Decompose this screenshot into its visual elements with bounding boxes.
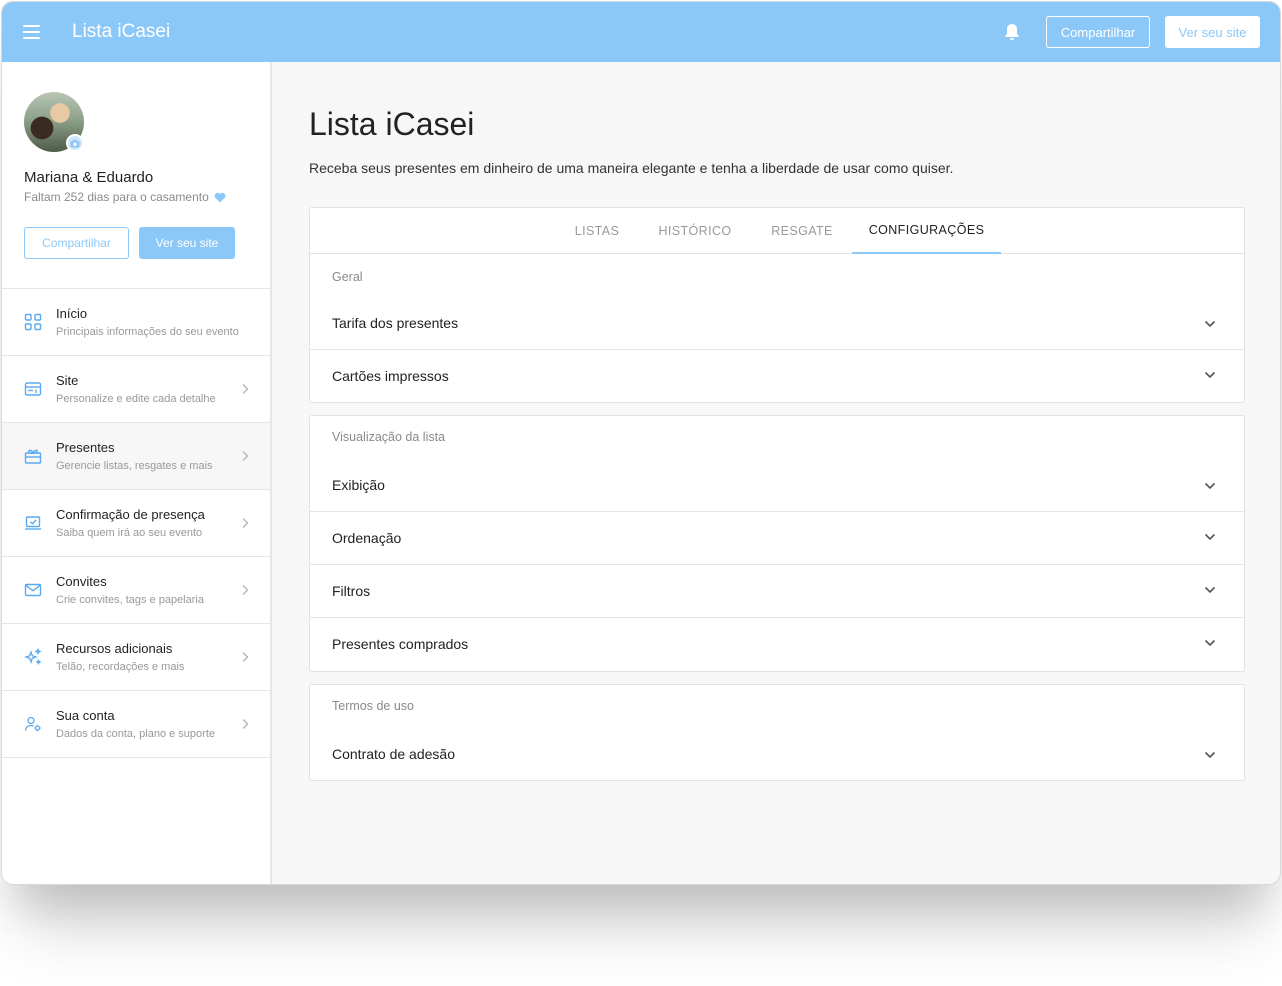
accordion-row-contrato[interactable]: Contrato de adesão [310,715,1244,781]
countdown-text: Faltam 252 dias para o casamento [24,190,226,204]
chevron-down-icon [1204,639,1216,647]
laptop-check-icon [25,516,41,530]
accordion-label: Tarifa dos presentes [332,315,459,331]
sidebar-item-title: Início [56,306,88,321]
sidebar-item-subtitle: Crie convites, tags e papelaria [56,594,204,606]
grid-icon [24,313,42,331]
mail-icon [24,583,42,597]
page-title: Lista iCasei [309,106,475,142]
accordion-row-exibicao[interactable]: Exibição [310,446,1244,512]
tab-listas[interactable]: LISTAS [560,208,634,254]
sidebar-item-presentes[interactable]: Presentes Gerencie listas, resgates e ma… [2,423,270,490]
chevron-down-icon [1204,586,1216,594]
main-content: Lista iCasei Receba seus presentes em di… [272,62,1280,884]
sidebar-item-title: Recursos adicionais [56,641,173,656]
page-description: Receba seus presentes em dinheiro de uma… [309,160,954,176]
tab-resgate[interactable]: RESGATE [762,208,842,254]
accordion-label: Presentes comprados [332,636,469,652]
accordion-row-cartoes[interactable]: Cartões impressos [310,350,1244,403]
sidebar-item-recursos[interactable]: Recursos adicionais Telão, recordações e… [2,624,270,691]
chevron-down-icon [1204,482,1216,490]
tab-historico[interactable]: HISTÓRICO [650,208,740,254]
settings-card-visualizacao: Visualização da lista Exibição Ordenação… [309,415,1245,672]
tab-bar: LISTAS HISTÓRICO RESGATE CONFIGURAÇÕES [310,208,1244,254]
chevron-right-icon [242,518,249,528]
sidebar-view-site-button[interactable]: Ver seu site [139,227,235,259]
sidebar-item-title: Site [56,373,79,388]
sidebar-item-sua-conta[interactable]: Sua conta Dados da conta, plano e suport… [2,691,270,758]
settings-card-geral: LISTAS HISTÓRICO RESGATE CONFIGURAÇÕES G… [309,207,1245,403]
chevron-right-icon [242,384,249,394]
sidebar-item-site[interactable]: Site Personalize e edite cada detalhe [2,356,270,423]
section-label: Geral [332,270,363,284]
accordion-label: Cartões impressos [332,368,449,384]
accordion-label: Ordenação [332,530,402,546]
sidebar-share-button[interactable]: Compartilhar [24,227,129,259]
chevron-down-icon [1204,751,1216,759]
view-site-button[interactable]: Ver seu site [1165,16,1260,48]
bell-icon[interactable] [1002,22,1022,42]
chevron-right-icon [242,451,249,461]
countdown-label: Faltam 252 dias para o casamento [24,190,209,204]
browser-icon [24,382,42,396]
sidebar-item-subtitle: Saiba quem irá ao seu evento [56,527,203,539]
sparkles-icon [24,648,42,665]
share-button[interactable]: Compartilhar [1046,16,1150,48]
settings-card-termos: Termos de uso Contrato de adesão [309,684,1245,781]
hamburger-menu-icon[interactable] [23,25,40,39]
top-bar: Lista iCasei Compartilhar Ver seu site [2,2,1280,62]
app-title: Lista iCasei [72,21,171,42]
chevron-right-icon [242,652,249,662]
sidebar-item-subtitle: Gerencie listas, resgates e mais [56,460,213,472]
accordion-row-presentes-comprados[interactable]: Presentes comprados [310,618,1244,671]
app-window: Lista iCasei Compartilhar Ver seu site M… [1,1,1281,885]
accordion-row-ordenacao[interactable]: Ordenação [310,512,1244,565]
accordion-row-tarifa[interactable]: Tarifa dos presentes [310,286,1244,350]
chevron-right-icon [242,585,249,595]
section-label: Visualização da lista [332,430,446,444]
sidebar-item-inicio[interactable]: Início Principais informações do seu eve… [2,289,270,356]
accordion-label: Exibição [332,477,385,493]
gift-icon [24,449,42,464]
sidebar-item-title: Confirmação de presença [56,507,205,522]
chevron-down-icon [1204,320,1216,328]
sidebar-item-subtitle: Principais informações do seu evento [56,326,239,338]
sidebar-item-subtitle: Dados da conta, plano e suporte [56,728,216,740]
sidebar-item-title: Sua conta [56,708,115,723]
couple-name: Mariana & Eduardo [24,169,154,186]
user-gear-icon [24,716,41,732]
sidebar-item-confirmacao[interactable]: Confirmação de presença Saiba quem irá a… [2,490,270,557]
chevron-down-icon [1204,533,1216,541]
sidebar-item-title: Presentes [56,440,115,455]
heart-icon [214,192,226,202]
sidebar-item-subtitle: Telão, recordações e mais [56,661,185,673]
chevron-down-icon [1204,371,1216,379]
tab-configuracoes[interactable]: CONFIGURAÇÕES [852,208,1001,254]
sidebar-nav: Início Principais informações do seu eve… [2,288,270,758]
accordion-row-filtros[interactable]: Filtros [310,565,1244,618]
sidebar: Mariana & Eduardo Faltam 252 dias para o… [2,62,272,884]
sidebar-item-title: Convites [56,574,107,589]
section-label: Termos de uso [332,699,414,713]
accordion-label: Filtros [332,583,371,599]
accordion-label: Contrato de adesão [332,746,455,762]
camera-icon[interactable] [66,134,84,152]
chevron-right-icon [242,719,249,729]
sidebar-item-subtitle: Personalize e edite cada detalhe [56,393,216,405]
sidebar-item-convites[interactable]: Convites Crie convites, tags e papelaria [2,557,270,624]
